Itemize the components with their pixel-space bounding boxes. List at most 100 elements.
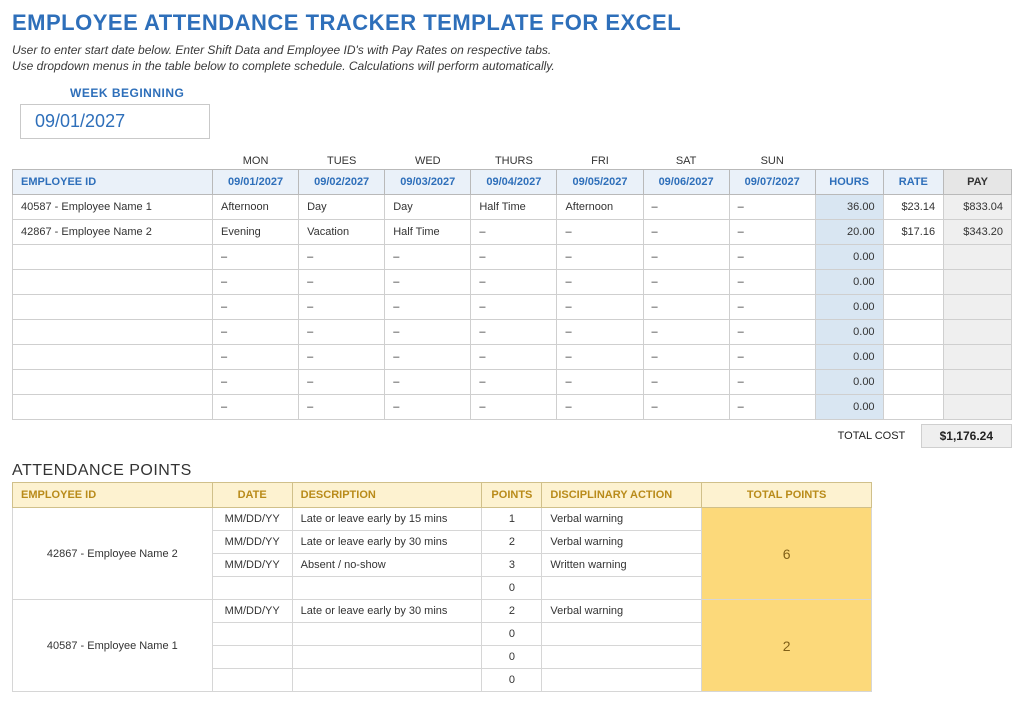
shift-cell[interactable]: – [643, 195, 729, 220]
shift-cell[interactable]: – [729, 345, 815, 370]
shift-cell[interactable]: Evening [213, 220, 299, 245]
shift-cell[interactable]: – [385, 395, 471, 420]
shift-cell[interactable]: – [299, 270, 385, 295]
shift-cell[interactable]: Half Time [471, 195, 557, 220]
schedule-table: MONTUESWEDTHURSFRISATSUN EMPLOYEE ID09/0… [12, 151, 1012, 420]
employee-cell[interactable] [13, 295, 213, 320]
shift-cell[interactable]: – [471, 395, 557, 420]
ap-description-cell[interactable]: Late or leave early by 15 mins [292, 508, 482, 531]
shift-cell[interactable]: – [643, 370, 729, 395]
shift-cell[interactable]: – [557, 245, 643, 270]
shift-cell[interactable]: – [213, 295, 299, 320]
shift-cell[interactable]: – [213, 245, 299, 270]
shift-cell[interactable]: – [729, 370, 815, 395]
shift-cell[interactable]: – [385, 295, 471, 320]
employee-cell[interactable]: 40587 - Employee Name 1 [13, 195, 213, 220]
shift-cell[interactable]: – [729, 220, 815, 245]
shift-cell[interactable]: – [729, 295, 815, 320]
total-cost-label: TOTAL COST [826, 426, 918, 446]
ap-action-cell[interactable] [542, 669, 702, 692]
shift-cell[interactable]: – [471, 245, 557, 270]
ap-action-cell[interactable] [542, 577, 702, 600]
shift-cell[interactable]: Afternoon [213, 195, 299, 220]
shift-cell[interactable]: – [557, 295, 643, 320]
employee-cell[interactable] [13, 245, 213, 270]
ap-description-cell[interactable] [292, 646, 482, 669]
ap-description-cell[interactable] [292, 669, 482, 692]
shift-cell[interactable]: – [299, 245, 385, 270]
shift-cell[interactable]: – [557, 220, 643, 245]
shift-cell[interactable]: – [213, 345, 299, 370]
shift-cell[interactable]: – [643, 395, 729, 420]
ap-date-cell[interactable]: MM/DD/YY [212, 531, 292, 554]
ap-date-cell[interactable] [212, 669, 292, 692]
shift-cell[interactable]: – [385, 345, 471, 370]
shift-cell[interactable]: Vacation [299, 220, 385, 245]
shift-cell[interactable]: – [557, 370, 643, 395]
ap-description-cell[interactable]: Late or leave early by 30 mins [292, 600, 482, 623]
shift-cell[interactable]: – [299, 370, 385, 395]
shift-cell[interactable]: Day [385, 195, 471, 220]
shift-cell[interactable]: – [471, 295, 557, 320]
ap-description-cell[interactable]: Late or leave early by 30 mins [292, 531, 482, 554]
ap-action-cell[interactable]: Verbal warning [542, 600, 702, 623]
shift-cell[interactable]: – [729, 245, 815, 270]
shift-cell[interactable]: – [471, 345, 557, 370]
shift-cell[interactable]: – [213, 270, 299, 295]
shift-cell[interactable]: – [299, 320, 385, 345]
ap-date-cell[interactable]: MM/DD/YY [212, 600, 292, 623]
shift-cell[interactable]: – [729, 195, 815, 220]
shift-cell[interactable]: – [729, 395, 815, 420]
employee-cell[interactable] [13, 370, 213, 395]
shift-cell[interactable]: – [643, 245, 729, 270]
ap-action-cell[interactable]: Written warning [542, 554, 702, 577]
shift-cell[interactable]: – [471, 370, 557, 395]
shift-cell[interactable]: – [557, 320, 643, 345]
ap-date-cell[interactable] [212, 646, 292, 669]
shift-cell[interactable]: – [385, 320, 471, 345]
shift-cell[interactable]: Day [299, 195, 385, 220]
ap-date-cell[interactable]: MM/DD/YY [212, 508, 292, 531]
shift-cell[interactable]: – [213, 395, 299, 420]
shift-cell[interactable]: – [299, 345, 385, 370]
shift-cell[interactable]: – [213, 370, 299, 395]
shift-cell[interactable]: – [471, 270, 557, 295]
employee-cell[interactable] [13, 270, 213, 295]
shift-cell[interactable]: – [643, 320, 729, 345]
ap-date-cell[interactable] [212, 577, 292, 600]
shift-cell[interactable]: – [471, 220, 557, 245]
ap-date-cell[interactable]: MM/DD/YY [212, 554, 292, 577]
shift-cell[interactable]: – [643, 295, 729, 320]
shift-cell[interactable]: – [385, 270, 471, 295]
ap-action-cell[interactable] [542, 646, 702, 669]
shift-cell[interactable]: – [643, 270, 729, 295]
ap-description-cell[interactable] [292, 577, 482, 600]
employee-cell[interactable] [13, 395, 213, 420]
shift-cell[interactable]: – [385, 370, 471, 395]
ap-action-cell[interactable]: Verbal warning [542, 508, 702, 531]
shift-cell[interactable]: – [557, 395, 643, 420]
shift-cell[interactable]: – [299, 395, 385, 420]
ap-action-cell[interactable]: Verbal warning [542, 531, 702, 554]
shift-cell[interactable]: Afternoon [557, 195, 643, 220]
ap-description-cell[interactable]: Absent / no-show [292, 554, 482, 577]
shift-cell[interactable]: – [729, 270, 815, 295]
shift-cell[interactable]: – [299, 295, 385, 320]
ap-date-cell[interactable] [212, 623, 292, 646]
shift-cell[interactable]: – [471, 320, 557, 345]
employee-cell[interactable]: 42867 - Employee Name 2 [13, 220, 213, 245]
shift-cell[interactable]: – [729, 320, 815, 345]
rate-cell [883, 295, 944, 320]
employee-cell[interactable] [13, 345, 213, 370]
shift-cell[interactable]: – [643, 345, 729, 370]
shift-cell[interactable]: – [213, 320, 299, 345]
ap-action-cell[interactable] [542, 623, 702, 646]
shift-cell[interactable]: – [557, 270, 643, 295]
employee-cell[interactable] [13, 320, 213, 345]
shift-cell[interactable]: Half Time [385, 220, 471, 245]
shift-cell[interactable]: – [385, 245, 471, 270]
ap-description-cell[interactable] [292, 623, 482, 646]
shift-cell[interactable]: – [557, 345, 643, 370]
week-beginning-input[interactable]: 09/01/2027 [20, 104, 210, 139]
shift-cell[interactable]: – [643, 220, 729, 245]
